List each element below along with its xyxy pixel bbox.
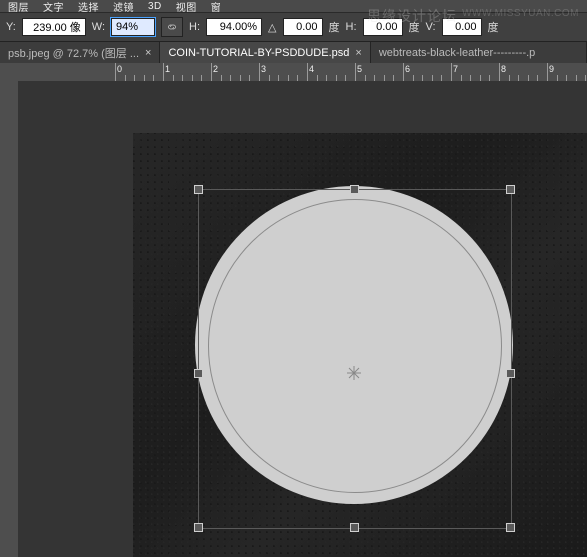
ruler-horizontal[interactable]: 01234567891011 [18,63,587,82]
transform-handle-n[interactable] [350,185,359,194]
ruler-number: 9 [549,64,554,74]
y-label: Y: [6,21,16,33]
tab-label: psb.jpeg @ 72.7% (图层 ... [8,45,139,61]
ruler-number: 5 [357,64,362,74]
tab-label: COIN-TUTORIAL-BY-PSDDUDE.psd [168,47,349,59]
ruler-number: 0 [117,64,122,74]
close-icon[interactable]: × [355,47,361,59]
skew-h-unit: 度 [409,19,420,35]
menu-bar: 图层 文字 选择 滤镜 3D 视图 窗 [0,0,587,13]
ruler-number: 3 [261,64,266,74]
close-icon[interactable]: × [145,47,151,59]
document-tab[interactable]: webtreats-black-leather---------.p [371,42,587,64]
transform-handle-se[interactable] [506,523,515,532]
w-input[interactable]: 94% [111,18,155,36]
menu-item[interactable]: 3D [148,1,162,12]
ruler-number: 8 [501,64,506,74]
menu-item[interactable]: 滤镜 [113,0,134,13]
transform-handle-s[interactable] [350,523,359,532]
skew-h-input[interactable]: 0.00 [363,18,403,36]
w-label: W: [92,21,105,33]
options-bar: Y: 239.00 像 W: 94% H: 94.00% △ 0.00 度 H:… [0,13,587,42]
menu-item[interactable]: 窗 [211,0,222,13]
link-icon [166,21,178,33]
transform-center-point[interactable] [347,366,361,380]
ruler-number: 6 [405,64,410,74]
skew-v-label: V: [426,21,436,33]
tab-label: webtreats-black-leather---------.p [379,47,535,59]
skew-h-label: H: [346,21,357,33]
skew-v-unit: 度 [488,19,499,35]
angle-unit: 度 [329,19,340,35]
transform-handle-nw[interactable] [194,185,203,194]
ruler-number: 2 [213,64,218,74]
center-crosshair-icon [347,366,361,380]
angle-input[interactable]: 0.00 [283,18,323,36]
menu-item[interactable]: 视图 [176,0,197,13]
ruler-number: 4 [309,64,314,74]
angle-label: △ [268,21,276,34]
canvas[interactable] [18,81,587,557]
transform-handle-sw[interactable] [194,523,203,532]
menu-item[interactable]: 图层 [8,0,29,13]
link-wh-button[interactable] [161,17,183,37]
h-percent-input[interactable]: 94.00% [206,18,262,36]
h-percent-label: H: [189,21,200,33]
document-tab[interactable]: COIN-TUTORIAL-BY-PSDDUDE.psd × [160,42,370,64]
ruler-number: 7 [453,64,458,74]
document-tab-bar: psb.jpeg @ 72.7% (图层 ... × COIN-TUTORIAL… [0,42,587,65]
transform-handle-e[interactable] [506,369,515,378]
transform-handle-w[interactable] [194,369,203,378]
ruler-origin[interactable] [0,63,19,82]
ruler-number: 1 [165,64,170,74]
menu-item[interactable]: 文字 [43,0,64,13]
document-tab[interactable]: psb.jpeg @ 72.7% (图层 ... × [0,42,160,64]
skew-v-input[interactable]: 0.00 [442,18,482,36]
transform-bounding-box[interactable] [198,189,512,529]
y-input[interactable]: 239.00 像 [22,18,86,36]
menu-item[interactable]: 选择 [78,0,99,13]
ruler-vertical[interactable] [0,81,19,557]
transform-handle-ne[interactable] [506,185,515,194]
